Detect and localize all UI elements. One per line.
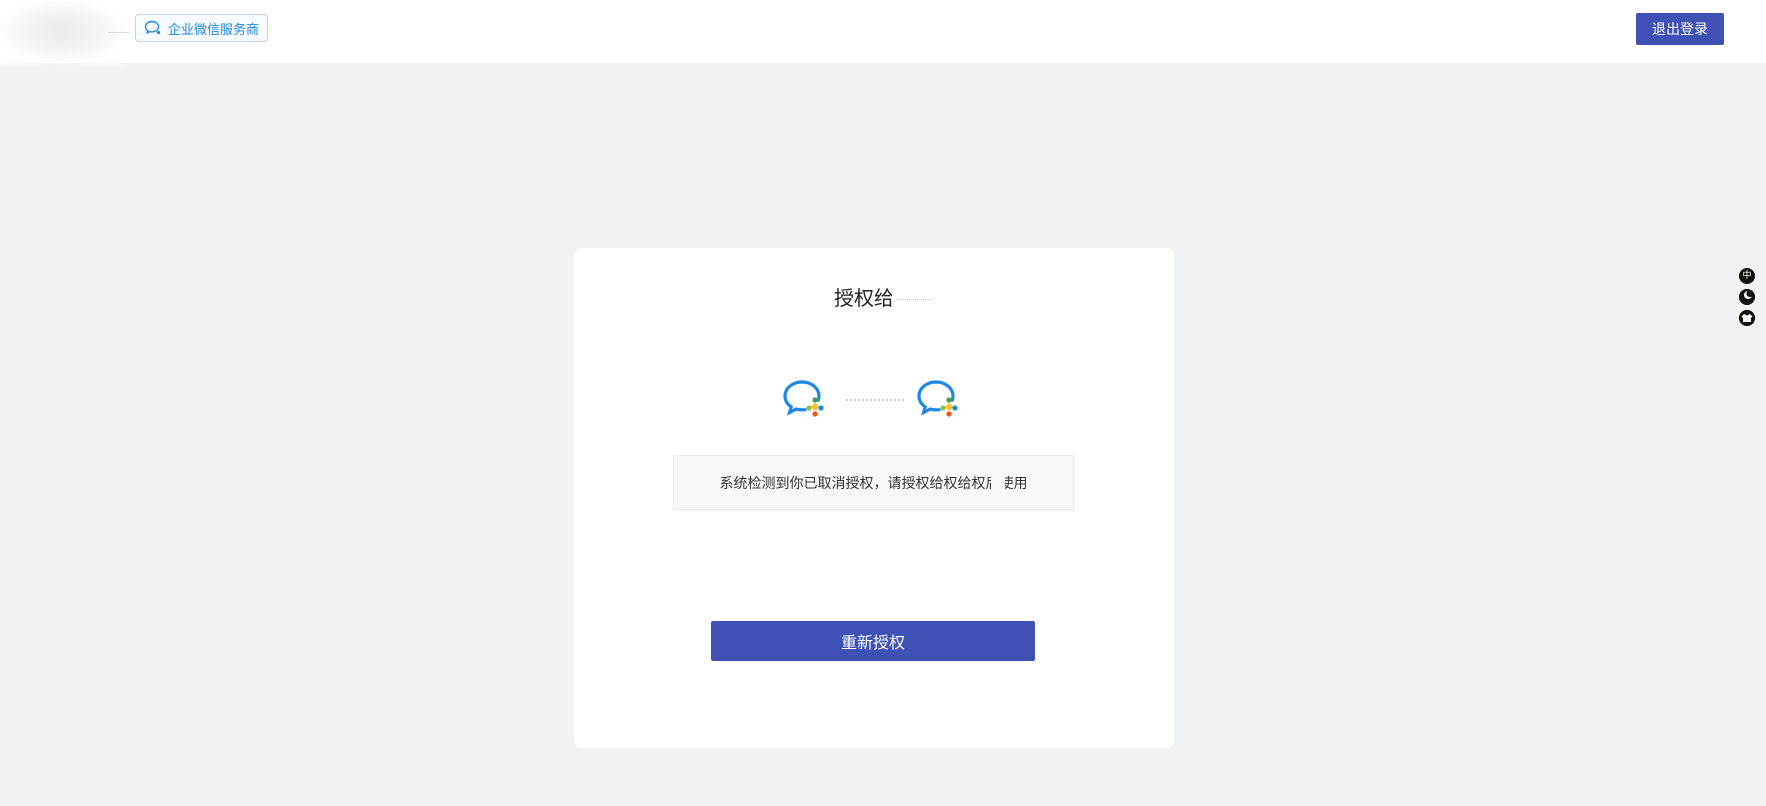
badge-label: 企业微信服务商 [168, 22, 260, 38]
logout-button[interactable]: 退出登录 [1636, 13, 1724, 45]
card-title: 授权给给 [834, 286, 914, 310]
moon-glyph [1739, 289, 1755, 305]
shirt-glyph [1739, 310, 1755, 326]
reauthorize-button[interactable]: 重新授权 [711, 621, 1035, 661]
service-provider-badge[interactable]: 企业微信服务商 [135, 14, 268, 42]
wecom-logo-icon [917, 380, 958, 417]
title-dotted-line [896, 299, 932, 300]
logo-icon [0, 0, 124, 63]
authorization-card: 授权给给 系统检测到你已取消授权，请授权给权给权后使用 重新授权 [574, 248, 1174, 748]
connector-line [846, 399, 904, 401]
status-message: 系统检测到你已取消授权，请授权给权给权后使用 [673, 455, 1074, 510]
top-header: 企业微信服务商 退出登录 [0, 0, 1766, 63]
language-label: 中 [1742, 270, 1752, 281]
message-redaction [991, 464, 1005, 502]
shirt-icon[interactable] [1739, 310, 1755, 326]
logo-divider [108, 32, 130, 33]
title-redaction [892, 268, 952, 314]
status-message-text: 系统检测到你已取消授权，请授权给权给权后使用 [719, 475, 1028, 492]
chat-bubble-icon [144, 20, 161, 35]
moon-icon[interactable] [1739, 289, 1755, 305]
side-toolbar: 中 [1739, 268, 1755, 326]
language-icon[interactable]: 中 [1739, 268, 1755, 284]
wecom-logo-icon [783, 380, 824, 417]
